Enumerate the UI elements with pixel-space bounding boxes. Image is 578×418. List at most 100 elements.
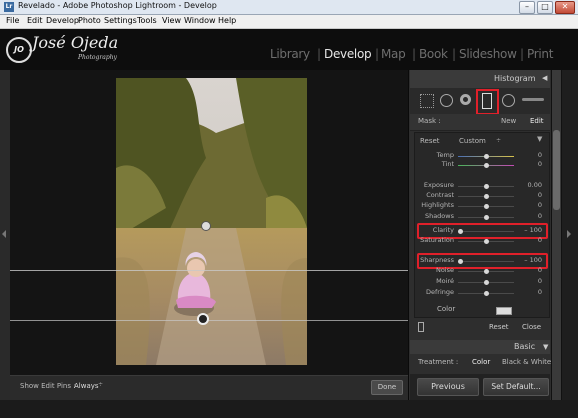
show-edit-pins-label: Show Edit Pins : — [20, 382, 76, 390]
slider-knob[interactable] — [483, 184, 489, 189]
slider-knob[interactable] — [483, 269, 489, 274]
menu-view[interactable]: View — [162, 16, 181, 25]
minimize-button[interactable]: – — [519, 1, 535, 14]
treatment-bw-option[interactable]: Black & White — [502, 358, 551, 366]
slider-value[interactable]: 0 — [524, 266, 542, 274]
menu-settings[interactable]: Settings — [104, 16, 137, 25]
scrollbar-thumb[interactable] — [553, 130, 560, 210]
slider-knob[interactable] — [483, 204, 489, 209]
menu-develop[interactable]: Develop — [46, 16, 79, 25]
module-library[interactable]: Library — [270, 47, 310, 61]
app-icon: Lr — [4, 2, 14, 12]
spot-removal-icon[interactable] — [460, 94, 471, 105]
basic-panel-title: Basic — [514, 342, 536, 351]
effect-reset-label[interactable]: Reset — [420, 137, 440, 145]
module-separator: | — [520, 47, 525, 61]
module-map[interactable]: Map — [381, 47, 406, 61]
graduated-filter-icon[interactable] — [482, 93, 492, 109]
slider-value[interactable]: 0.00 — [524, 181, 542, 189]
module-slideshow[interactable]: Slideshow — [459, 47, 517, 61]
toggle-switch-icon[interactable] — [418, 322, 424, 332]
histogram-collapse-icon[interactable]: ◀ — [542, 74, 547, 82]
module-separator: | — [375, 47, 380, 61]
grid-overlay-icon[interactable] — [420, 94, 434, 108]
module-book[interactable]: Book — [419, 47, 448, 61]
identity-name: José Ojeda — [32, 33, 119, 52]
treatment-color-option[interactable]: Color — [472, 358, 490, 366]
menu-edit[interactable]: Edit — [27, 16, 43, 25]
slider-knob[interactable] — [483, 239, 489, 244]
histogram-title: Histogram — [494, 74, 536, 83]
menu-photo[interactable]: Photo — [78, 16, 101, 25]
close-window-button[interactable]: ✕ — [555, 1, 575, 14]
slider-label-contrast: Contrast — [426, 191, 454, 199]
edit-pin[interactable] — [201, 221, 211, 231]
slider-value[interactable]: 0 — [524, 201, 542, 209]
slider-value[interactable]: 0 — [524, 151, 542, 159]
radial-filter-icon[interactable] — [502, 94, 515, 107]
slider-knob[interactable] — [483, 194, 489, 199]
slider-label-noise: Noise — [435, 266, 454, 274]
window-title: Revelado - Adobe Photoshop Lightroom - D… — [18, 1, 217, 10]
slider-knob[interactable] — [483, 280, 489, 285]
previous-button[interactable]: Previous — [417, 378, 479, 396]
color-swatch[interactable] — [496, 307, 512, 315]
slider-value[interactable]: 0 — [524, 277, 542, 285]
slider-value[interactable]: 0 — [524, 236, 542, 244]
show-edit-pins-select[interactable]: Always — [74, 382, 99, 390]
mask-label: Mask : — [418, 117, 441, 125]
slider-label-shadows: Shadows — [424, 212, 454, 220]
slider-label-highlights: Highlights — [421, 201, 454, 209]
treatment-label: Treatment : — [418, 358, 459, 366]
slider-label-temp: Temp — [436, 151, 454, 159]
crop-tool-icon[interactable] — [440, 94, 453, 107]
menu-window[interactable]: Window — [184, 16, 216, 25]
gradient-guide-line[interactable] — [10, 320, 408, 321]
photo-image[interactable] — [116, 78, 307, 365]
slider-value[interactable]: 0 — [524, 212, 542, 220]
slider-label-tint: Tint — [441, 160, 454, 168]
module-separator: | — [412, 47, 417, 61]
expand-left-panel-icon[interactable] — [2, 230, 6, 238]
panel-scrollbar[interactable] — [552, 70, 561, 400]
menu-help[interactable]: Help — [218, 16, 236, 25]
slider-value[interactable]: 0 — [524, 191, 542, 199]
mask-edit-button[interactable]: Edit — [530, 117, 544, 125]
slider-label-saturation: Saturation — [420, 236, 454, 244]
slider-value[interactable]: 0 — [524, 288, 542, 296]
photo-illustration — [116, 78, 307, 365]
select-arrows-icon[interactable]: ÷ — [496, 137, 501, 144]
collapse-adjustments-icon[interactable]: ▼ — [537, 135, 542, 143]
module-develop[interactable]: Develop — [324, 47, 372, 61]
identity-tagline: Photography — [78, 54, 117, 61]
module-print[interactable]: Print — [527, 47, 553, 61]
module-separator: | — [317, 47, 322, 61]
mask-new-button[interactable]: New — [501, 117, 516, 125]
reset-button[interactable]: Reset — [489, 323, 509, 331]
basic-collapse-icon[interactable]: ▼ — [543, 343, 548, 351]
close-button[interactable]: Close — [522, 323, 541, 331]
slider-label-moir: Moiré — [436, 277, 454, 285]
slider-label-exposure: Exposure — [423, 181, 454, 189]
effect-preset-select[interactable]: Custom — [459, 137, 486, 145]
menu-file[interactable]: File — [6, 16, 19, 25]
slider-knob[interactable] — [483, 215, 489, 220]
module-separator: | — [452, 47, 457, 61]
expand-right-panel-icon[interactable] — [567, 230, 571, 238]
maximize-button[interactable]: □ — [537, 1, 553, 14]
slider-label-defringe: Defringe — [425, 288, 454, 296]
slider-value[interactable]: 0 — [524, 160, 542, 168]
gradient-guide-line[interactable] — [10, 270, 408, 271]
color-label: Color — [437, 305, 456, 313]
slider-knob[interactable] — [483, 291, 489, 296]
done-button[interactable]: Done — [371, 380, 403, 395]
edit-pin-selected[interactable] — [197, 313, 209, 325]
select-arrows-icon[interactable]: ÷ — [98, 381, 103, 388]
adjustment-brush-icon[interactable] — [522, 98, 544, 101]
set-default-button[interactable]: Set Default... — [483, 378, 549, 396]
filmstrip-bar — [0, 400, 578, 418]
slider-knob[interactable] — [483, 163, 489, 168]
slider-knob[interactable] — [483, 154, 489, 159]
menu-tools[interactable]: Tools — [137, 16, 157, 25]
logo-badge: JO — [6, 37, 32, 63]
